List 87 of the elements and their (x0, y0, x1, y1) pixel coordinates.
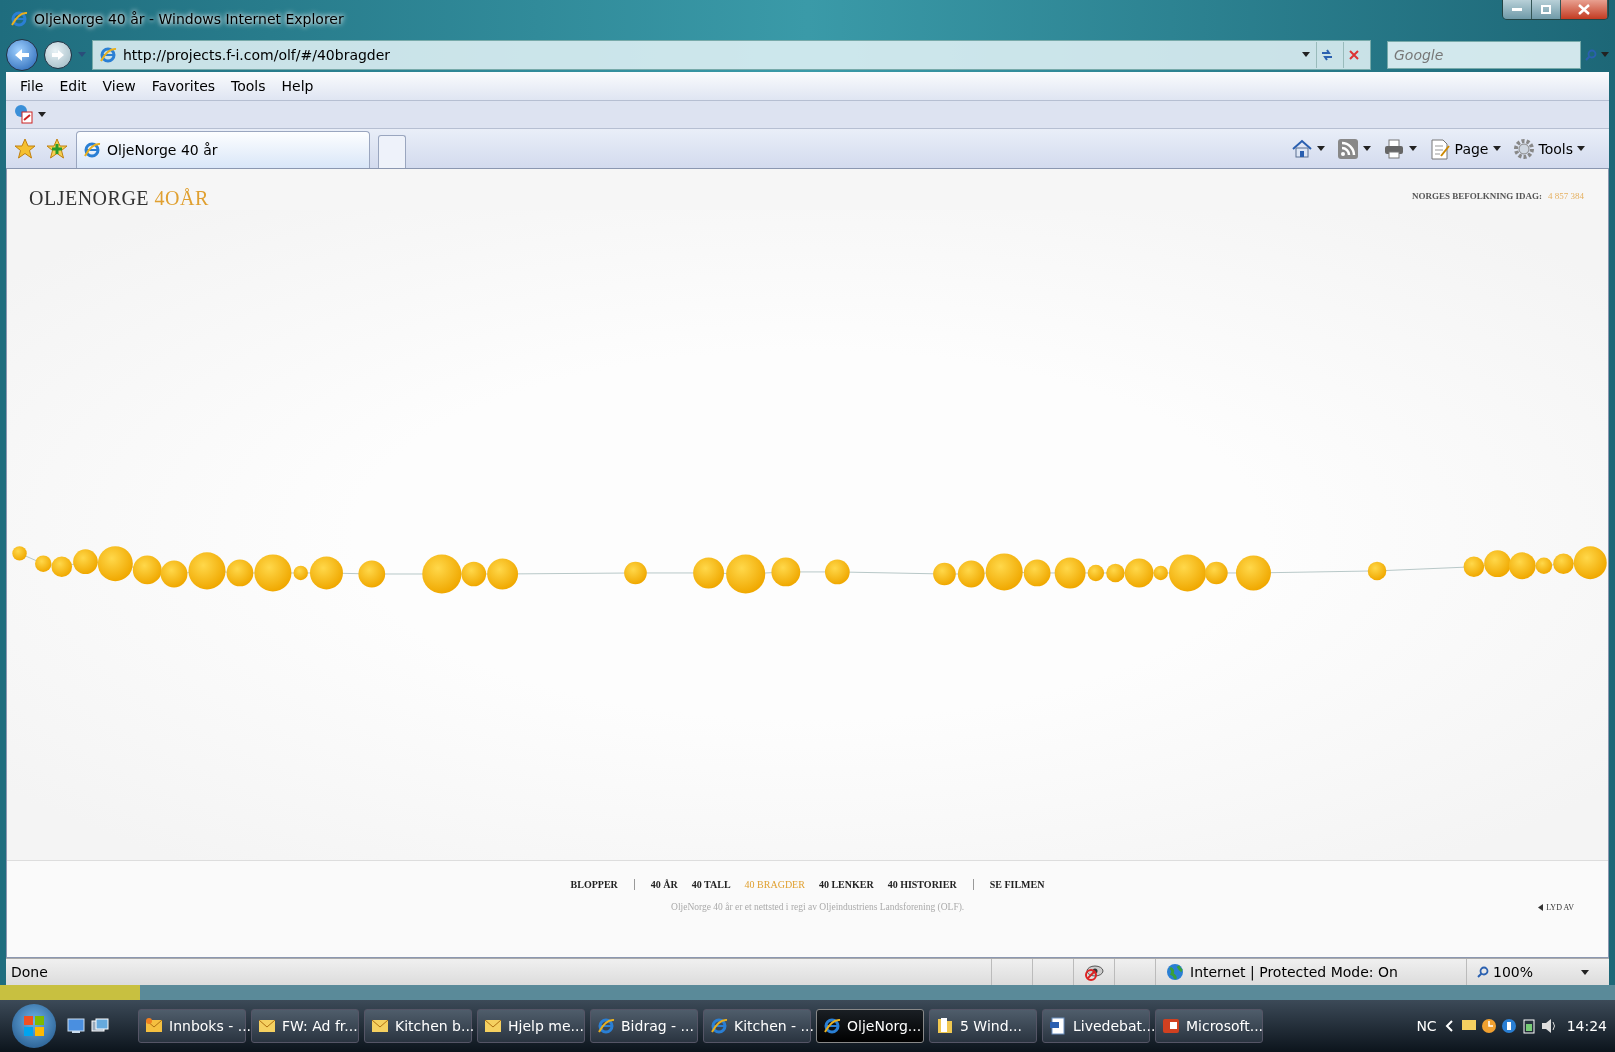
taskbar-button[interactable]: Hjelp me... (477, 1009, 585, 1043)
browser-icon (83, 141, 101, 160)
page-menu-button[interactable]: Page (1424, 135, 1505, 162)
caret-icon (1316, 146, 1325, 152)
caret-icon[interactable] (1581, 969, 1589, 975)
menu-item[interactable]: File (14, 76, 50, 97)
magnifier-icon (1477, 966, 1489, 979)
nav-link[interactable]: 40 TALL (691, 879, 731, 891)
star-icon[interactable] (14, 137, 36, 160)
search-field[interactable]: Google (1387, 40, 1581, 69)
menu-item[interactable]: View (96, 76, 142, 97)
address-field[interactable]: http://projects.f-i.com/olf/#/40bragder (92, 39, 1371, 70)
taskbar-button[interactable]: Bidrag - ... (590, 1009, 698, 1043)
start-button[interactable] (12, 1004, 56, 1048)
security-zone: Internet | Protected Mode: On (1190, 964, 1398, 981)
population-label: NORGES BEFOLKNING IDAG: (1411, 191, 1542, 202)
language-indicator[interactable]: NC (1416, 1018, 1437, 1034)
forward-button[interactable] (44, 40, 72, 69)
new-tab-button[interactable] (378, 135, 406, 169)
caret-icon (1577, 146, 1585, 152)
caret-icon (1408, 146, 1417, 152)
taskbar-button[interactable]: Kitchen - ... (703, 1009, 811, 1043)
close-icon (1578, 4, 1590, 15)
refresh-icon (1320, 47, 1334, 62)
feed-icon (1336, 137, 1359, 160)
nav-link[interactable]: SE FILMEN (989, 879, 1045, 891)
minimize-button[interactable] (1503, 0, 1532, 19)
battery-icon[interactable] (1520, 1018, 1537, 1034)
globe-icon (1166, 963, 1184, 982)
star-plus-icon[interactable] (46, 137, 68, 160)
envelope-icon (371, 1017, 389, 1035)
presentation-icon (1162, 1017, 1180, 1035)
taskbar-button[interactable]: Microsoft... (1155, 1009, 1263, 1043)
close-icon (1349, 49, 1359, 60)
arrow-left-icon (14, 47, 30, 62)
maximize-icon (1541, 5, 1551, 14)
menu-item[interactable]: Favorites (145, 76, 222, 97)
sound-toggle[interactable]: LYD AV (1538, 902, 1574, 912)
document-icon (1049, 1017, 1067, 1035)
menu-item[interactable]: Help (275, 76, 320, 97)
home-icon (1290, 137, 1313, 160)
caret-icon (1362, 146, 1371, 152)
taskbar-button[interactable]: 5 Wind... (929, 1009, 1037, 1043)
menu-item[interactable]: Edit (53, 76, 93, 97)
envelope-icon[interactable] (1460, 1018, 1477, 1032)
window-switch-icon[interactable] (91, 1018, 109, 1034)
privacy-icon[interactable] (1084, 963, 1104, 982)
close-button[interactable] (1561, 0, 1608, 19)
arrow-right-icon (51, 48, 65, 61)
minimize-icon (1512, 7, 1522, 12)
maximize-button[interactable] (1532, 0, 1561, 19)
caret-icon (1492, 146, 1501, 152)
gear-icon (1512, 137, 1535, 160)
menu-item[interactable]: Tools (225, 76, 272, 97)
taskbar-button[interactable]: OljeNorg... (816, 1009, 924, 1043)
envelope-icon (484, 1017, 502, 1035)
windows-logo-icon (23, 1015, 45, 1037)
population-count: 4 857 384 (1548, 191, 1584, 202)
status-text: Done (10, 964, 49, 981)
clock-icon[interactable] (1480, 1018, 1497, 1034)
zoom-button[interactable]: 100% (1466, 959, 1577, 985)
window-title: OljeNorge 40 år - Windows Internet Explorer (34, 10, 344, 27)
nav-link[interactable]: BLOPPER (570, 879, 618, 891)
desktop-icon[interactable] (67, 1018, 85, 1034)
page-icon (1428, 137, 1451, 160)
browser-icon (99, 45, 117, 64)
chevron-left-icon[interactable] (1444, 1020, 1453, 1032)
clock-time[interactable]: 14:24 (1566, 1018, 1607, 1034)
browser-tab[interactable]: OljeNorge 40 år (76, 131, 370, 169)
nav-link[interactable]: 40 LENKER (818, 879, 874, 891)
back-button[interactable] (6, 38, 38, 71)
caret-icon[interactable] (1302, 52, 1310, 58)
browser-icon (710, 1017, 728, 1035)
printer-icon (1382, 137, 1405, 160)
nav-link[interactable]: 40 ÅR (650, 879, 678, 891)
tools-menu-button[interactable]: Tools (1508, 135, 1589, 162)
browser-icon (823, 1017, 841, 1035)
nav-link[interactable]: 40 HISTORIER (887, 879, 957, 891)
caret-icon[interactable] (38, 112, 46, 117)
envelope-icon (258, 1017, 276, 1035)
folder-icon (936, 1017, 954, 1035)
envelope-icon (145, 1017, 163, 1035)
site-logo[interactable]: OLJENORGE 4OÅR (29, 187, 209, 211)
browser-icon (597, 1017, 615, 1035)
taskbar-button[interactable]: FW: Ad fr... (251, 1009, 359, 1043)
browser-icon (10, 9, 28, 28)
taskbar-button[interactable]: Kitchen b... (364, 1009, 472, 1043)
